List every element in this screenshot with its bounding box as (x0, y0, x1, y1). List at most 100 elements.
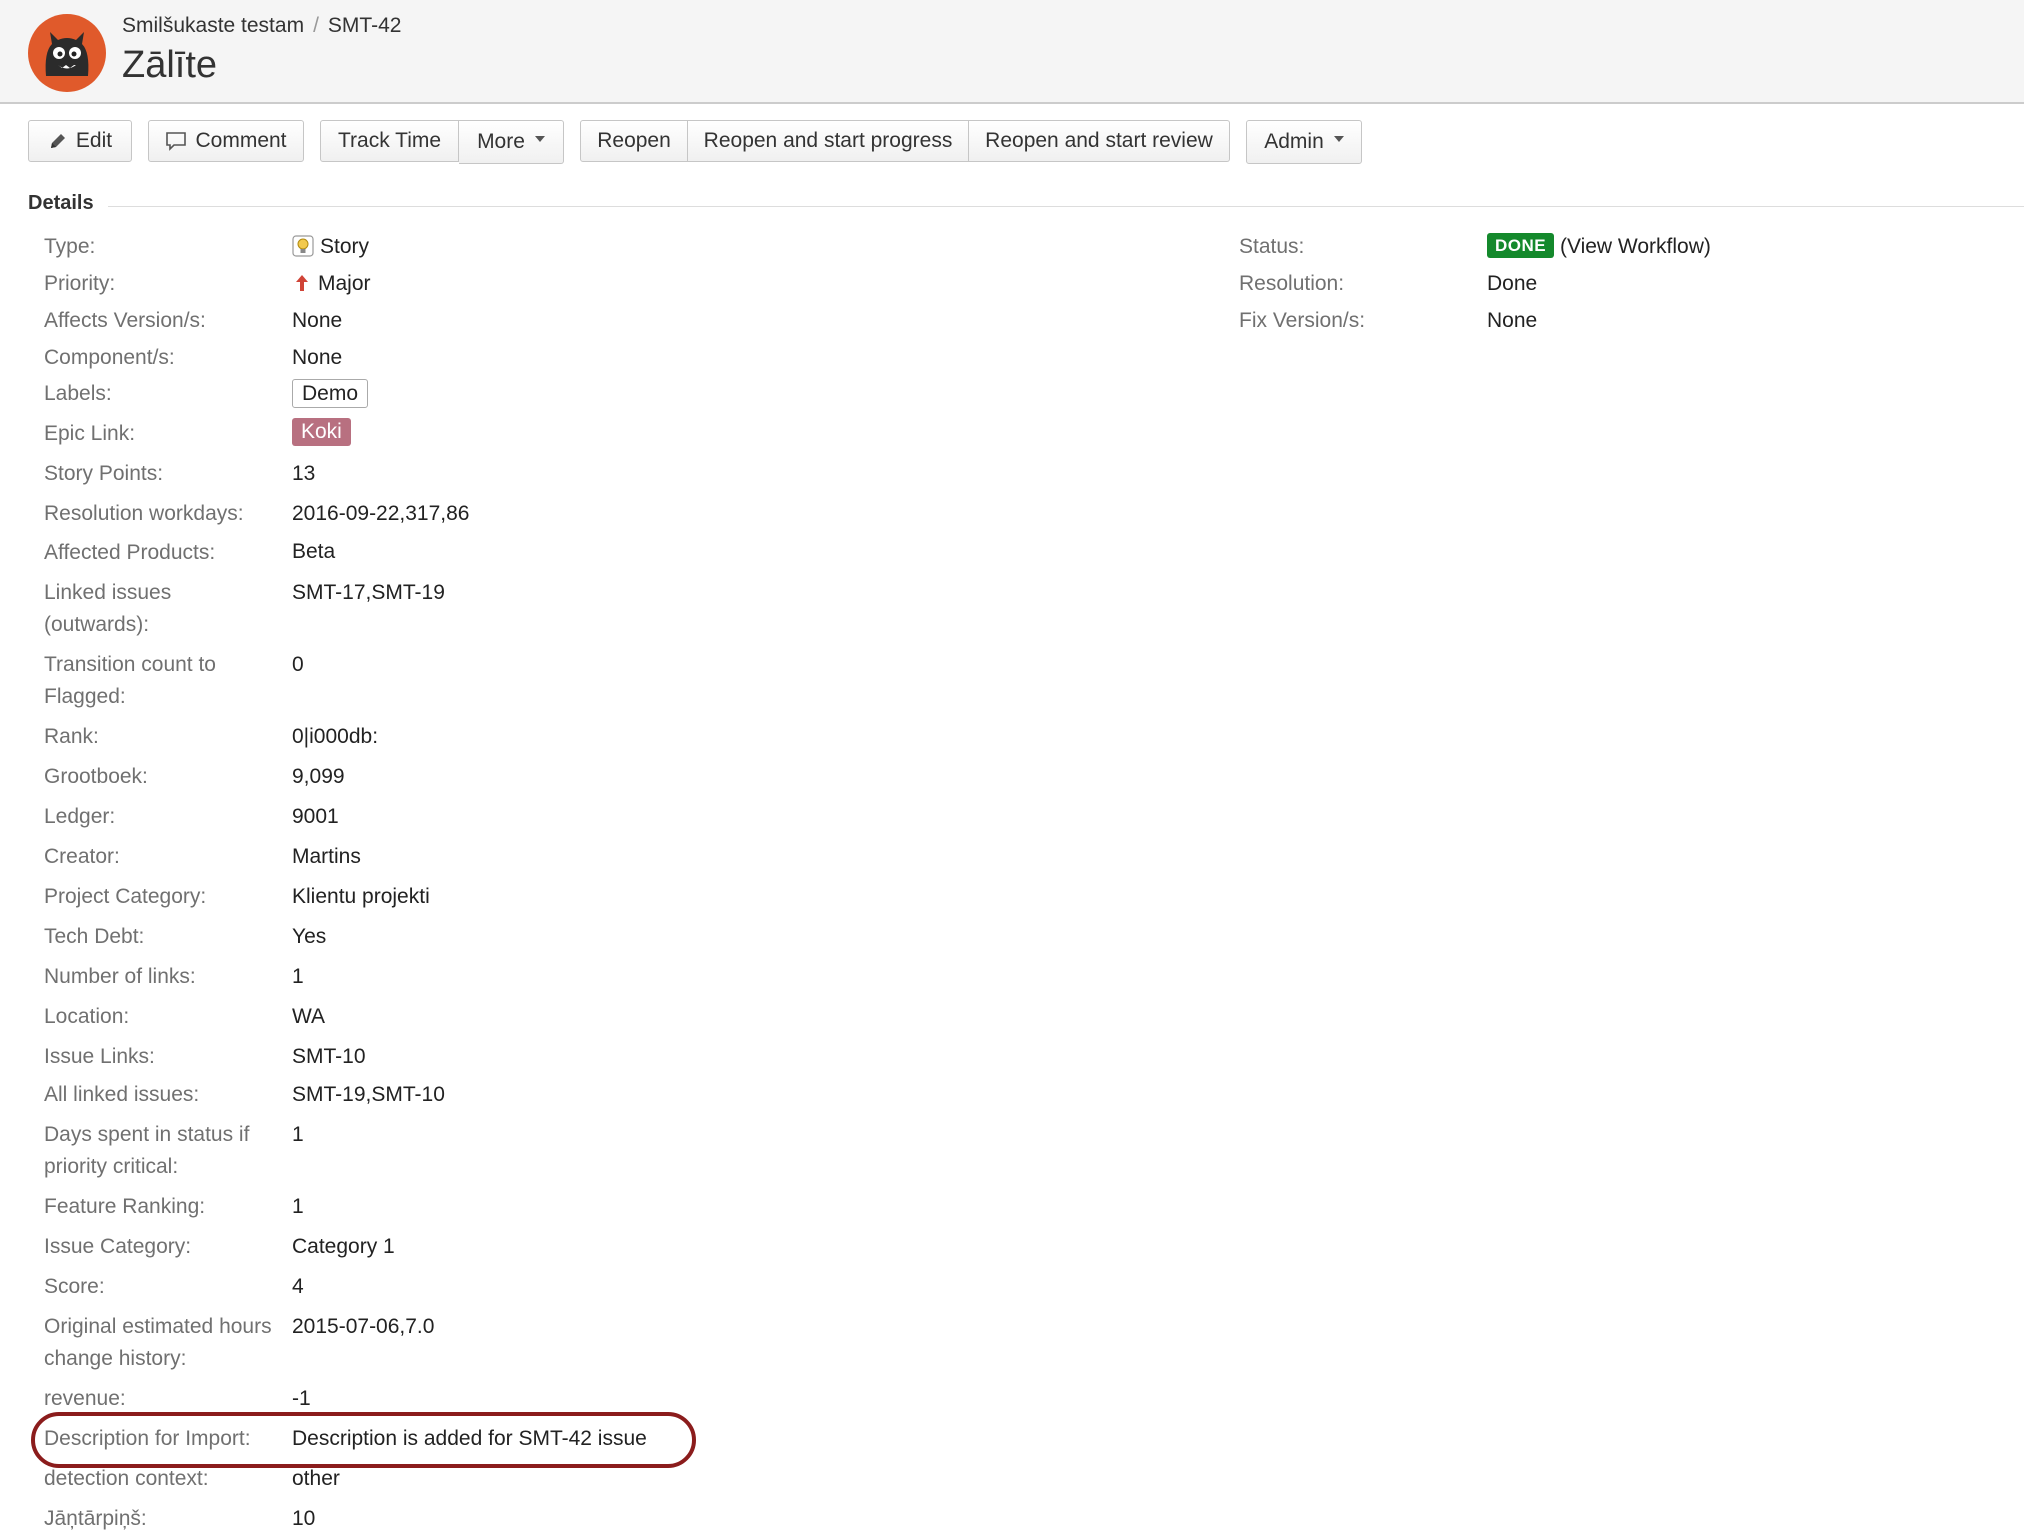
issue-header: Smilšukaste testam / SMT-42 Zālīte (0, 0, 2024, 104)
edit-button-label: Edit (75, 129, 113, 152)
field-value-feature-ranking: 1 (292, 1195, 304, 1218)
field-value-linked-issues-outwards: SMT-17,SMT-19 (292, 581, 445, 604)
field-label-jantarpins: Jāņtārpiņš: (44, 1507, 147, 1530)
field-label-status: Status: (1239, 235, 1305, 258)
project-avatar-icon[interactable] (28, 14, 106, 92)
field-value-original-estimated-history: 2015-07-06,7.0 (292, 1315, 435, 1338)
label-tag-demo[interactable]: Demo (292, 379, 369, 408)
field-value-story-points: 13 (292, 462, 316, 485)
field-label-affected-products: Affected Products: (44, 541, 216, 564)
story-icon (292, 235, 314, 257)
field-label-grootboek: Grootboek: (44, 765, 148, 788)
reopen-start-review-label: Reopen and start review (985, 129, 1213, 152)
field-label-epic-link: Epic Link: (44, 422, 136, 445)
details-section-heading[interactable]: Details (28, 192, 94, 215)
field-value-epic-link: Koki (292, 416, 351, 448)
details-divider (108, 206, 2024, 207)
field-label-type: Type: (44, 235, 96, 258)
more-dropdown-button[interactable]: More (459, 120, 564, 164)
field-value-affects-version: None (292, 309, 343, 332)
field-value-tech-debt: Yes (292, 925, 327, 948)
field-label-number-of-links: Number of links: (44, 965, 196, 988)
admin-dropdown-button[interactable]: Admin (1246, 120, 1362, 164)
breadcrumb: Smilšukaste testam / SMT-42 (122, 14, 401, 38)
field-value-days-spent-critical: 1 (292, 1123, 304, 1146)
field-label-affects-version: Affects Version/s: (44, 309, 206, 332)
field-value-resolution: Done (1487, 272, 1538, 295)
field-value-resolution-workdays: 2016-09-22,317,86 (292, 502, 470, 525)
field-value-labels: Demo (292, 378, 369, 410)
track-time-button[interactable]: Track Time (320, 120, 459, 162)
reopen-button[interactable]: Reopen (580, 120, 688, 162)
field-label-components: Component/s: (44, 346, 175, 369)
issue-summary-title[interactable]: Zālīte (122, 44, 217, 87)
field-value-revenue: -1 (292, 1387, 311, 1410)
field-label-original-estimated-history: Original estimated hours change history: (44, 1315, 272, 1370)
field-value-affected-products: Beta (292, 540, 336, 563)
field-label-ledger: Ledger: (44, 805, 116, 828)
field-label-fix-version: Fix Version/s: (1239, 309, 1366, 332)
reopen-start-progress-label: Reopen and start progress (703, 129, 953, 152)
field-label-linked-issues-outwards: Linked issues (outwards): (44, 581, 172, 636)
field-value-priority: Major (292, 268, 371, 300)
priority-major-icon (296, 275, 308, 291)
breadcrumb-separator: / (313, 14, 319, 37)
field-label-tech-debt: Tech Debt: (44, 925, 145, 948)
field-label-description-for-import: Description for Import: (44, 1427, 251, 1450)
edit-button[interactable]: Edit (28, 120, 132, 162)
field-value-project-category: Klientu projekti (292, 885, 430, 908)
field-label-revenue: revenue: (44, 1387, 126, 1410)
epic-link-tag[interactable]: Koki (292, 418, 351, 446)
field-label-resolution-workdays: Resolution workdays: (44, 502, 244, 525)
status-badge: DONE (1487, 233, 1555, 258)
field-label-score: Score: (44, 1275, 105, 1298)
view-workflow-link[interactable]: (View Workflow) (1560, 235, 1711, 258)
type-value-text: Story (320, 235, 370, 258)
field-value-type: Story (292, 231, 369, 263)
breadcrumb-issue-key-link[interactable]: SMT-42 (328, 14, 402, 37)
comment-button-label: Comment (195, 129, 287, 152)
more-button-label: More (477, 130, 525, 153)
field-label-location: Location: (44, 1005, 130, 1028)
field-label-detection-context: detection context: (44, 1467, 209, 1490)
field-label-issue-links: Issue Links: (44, 1045, 155, 1068)
admin-button-label: Admin (1264, 130, 1324, 153)
field-value-transition-count-flagged: 0 (292, 653, 304, 676)
comment-button[interactable]: Comment (148, 120, 304, 162)
field-label-project-category: Project Category: (44, 885, 207, 908)
field-label-transition-count-flagged: Transition count to Flagged: (44, 653, 216, 708)
field-value-jantarpins: 10 (292, 1507, 316, 1530)
field-value-all-linked-issues: SMT-19,SMT-10 (292, 1083, 445, 1106)
reopen-button-label: Reopen (597, 129, 671, 152)
field-value-creator: Martins (292, 845, 361, 868)
field-value-description-for-import: Description is added for SMT-42 issue (292, 1427, 647, 1450)
field-value-fix-version: None (1487, 309, 1538, 332)
field-value-score: 4 (292, 1275, 304, 1298)
field-value-rank: 0|i000db: (292, 725, 379, 748)
field-value-issue-category: Category 1 (292, 1235, 395, 1258)
field-value-status: DONE (View Workflow) (1487, 231, 1711, 263)
field-value-grootboek: 9,099 (292, 765, 345, 788)
field-value-issue-links: SMT-10 (292, 1045, 366, 1068)
field-label-issue-category: Issue Category: (44, 1235, 192, 1258)
reopen-start-review-button[interactable]: Reopen and start review (969, 120, 1230, 162)
field-label-labels: Labels: (44, 382, 112, 405)
pencil-icon (50, 134, 65, 148)
field-label-resolution: Resolution: (1239, 272, 1345, 295)
field-label-days-spent-critical: Days spent in status if priority critica… (44, 1123, 250, 1178)
field-value-detection-context: other (292, 1467, 340, 1490)
track-time-button-label: Track Time (337, 129, 442, 152)
chevron-down-icon (1333, 136, 1344, 142)
field-label-all-linked-issues: All linked issues: (44, 1083, 200, 1106)
field-value-number-of-links: 1 (292, 965, 304, 988)
comment-icon (166, 132, 187, 151)
breadcrumb-project-link[interactable]: Smilšukaste testam (122, 14, 304, 37)
field-label-feature-ranking: Feature Ranking: (44, 1195, 206, 1218)
field-value-components: None (292, 346, 343, 369)
field-value-ledger: 9001 (292, 805, 339, 828)
field-label-rank: Rank: (44, 725, 99, 748)
field-label-priority: Priority: (44, 272, 116, 295)
field-label-creator: Creator: (44, 845, 120, 868)
chevron-down-icon (534, 136, 545, 142)
reopen-start-progress-button[interactable]: Reopen and start progress (688, 120, 969, 162)
